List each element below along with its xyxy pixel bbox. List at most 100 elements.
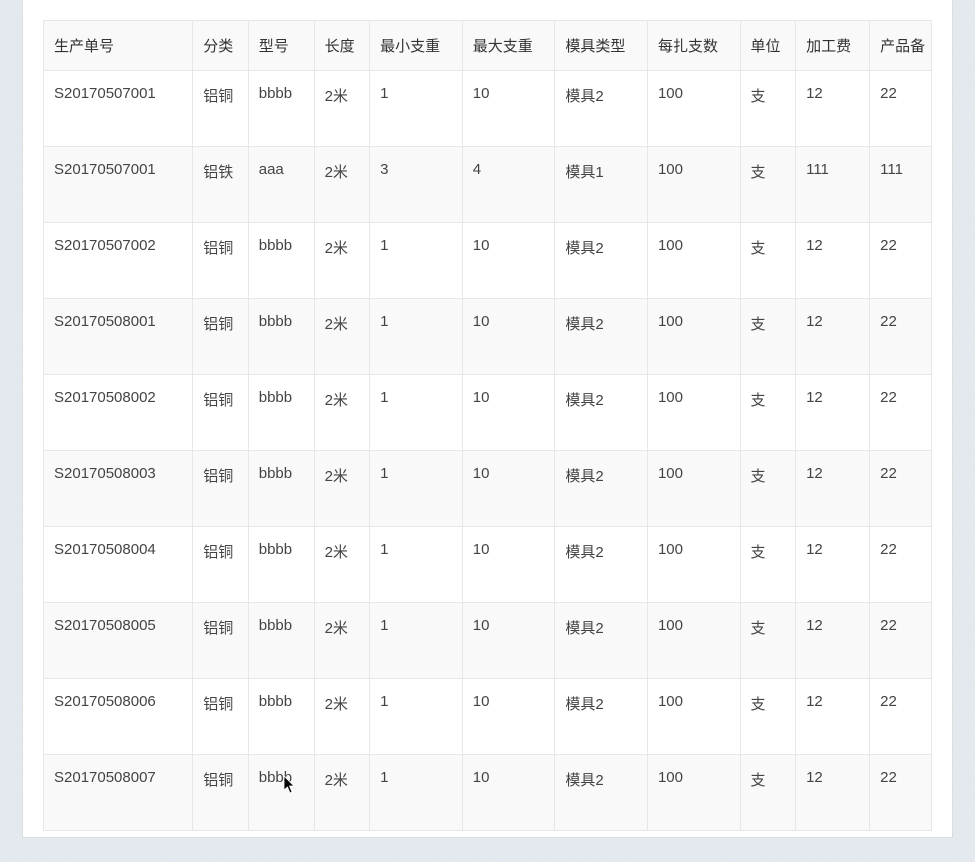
table-cell: 铝铜 — [193, 603, 249, 679]
table-cell: bbbb — [248, 679, 314, 755]
col-mold-type[interactable]: 模具类型 — [555, 21, 648, 71]
table-cell: 12 — [796, 299, 870, 375]
col-production-id[interactable]: 生产单号 — [44, 21, 193, 71]
table-row[interactable]: S20170507001铝铁aaa2米34模具1100支111111 — [44, 147, 932, 223]
table-scroll-container[interactable]: 生产单号 分类 型号 长度 最小支重 最大支重 模具类型 每扎支数 单位 加工费… — [43, 20, 932, 831]
table-cell: S20170508004 — [44, 527, 193, 603]
table-cell: bbbb — [248, 223, 314, 299]
table-cell: 支 — [740, 147, 796, 223]
table-cell: S20170508002 — [44, 375, 193, 451]
table-cell: bbbb — [248, 71, 314, 147]
col-min-weight[interactable]: 最小支重 — [370, 21, 463, 71]
table-cell: bbbb — [248, 451, 314, 527]
table-cell: 2米 — [314, 71, 370, 147]
table-cell: S20170508003 — [44, 451, 193, 527]
table-row[interactable]: S20170508007铝铜bbbb2米110模具2100支1222 — [44, 755, 932, 831]
table-cell: bbbb — [248, 603, 314, 679]
table-cell: 模具2 — [555, 679, 648, 755]
table-cell: 模具2 — [555, 603, 648, 679]
table-cell: 10 — [462, 299, 555, 375]
table-cell: 支 — [740, 679, 796, 755]
table-cell: 12 — [796, 603, 870, 679]
table-cell: 支 — [740, 755, 796, 831]
col-category[interactable]: 分类 — [193, 21, 249, 71]
table-cell: 100 — [647, 71, 740, 147]
table-cell: 22 — [870, 299, 932, 375]
table-row[interactable]: S20170508006铝铜bbbb2米110模具2100支1222 — [44, 679, 932, 755]
col-length[interactable]: 长度 — [314, 21, 370, 71]
table-cell: 12 — [796, 451, 870, 527]
table-cell: 10 — [462, 375, 555, 451]
table-cell: 10 — [462, 451, 555, 527]
table-cell: 10 — [462, 223, 555, 299]
table-cell: 铝铜 — [193, 679, 249, 755]
col-product-note[interactable]: 产品备 — [870, 21, 932, 71]
table-cell: 1 — [370, 71, 463, 147]
table-row[interactable]: S20170508003铝铜bbbb2米110模具2100支1222 — [44, 451, 932, 527]
table-cell: 111 — [796, 147, 870, 223]
table-cell: 100 — [647, 451, 740, 527]
table-cell: 12 — [796, 375, 870, 451]
table-cell: 3 — [370, 147, 463, 223]
table-cell: 22 — [870, 603, 932, 679]
table-cell: 2米 — [314, 527, 370, 603]
table-row[interactable]: S20170507002铝铜bbbb2米110模具2100支1222 — [44, 223, 932, 299]
table-cell: 100 — [647, 299, 740, 375]
table-cell: 111 — [870, 147, 932, 223]
table-cell: S20170508006 — [44, 679, 193, 755]
table-row[interactable]: S20170508004铝铜bbbb2米110模具2100支1222 — [44, 527, 932, 603]
table-cell: S20170507001 — [44, 71, 193, 147]
table-cell: 铝铜 — [193, 375, 249, 451]
table-cell: 模具2 — [555, 223, 648, 299]
table-cell: bbbb — [248, 755, 314, 831]
col-unit[interactable]: 单位 — [740, 21, 796, 71]
table-cell: 支 — [740, 451, 796, 527]
table-cell: 22 — [870, 679, 932, 755]
table-cell: 10 — [462, 603, 555, 679]
table-cell: 12 — [796, 71, 870, 147]
table-cell: 1 — [370, 755, 463, 831]
table-cell: bbbb — [248, 527, 314, 603]
table-cell: 1 — [370, 223, 463, 299]
table-cell: 模具2 — [555, 71, 648, 147]
table-row[interactable]: S20170508001铝铜bbbb2米110模具2100支1222 — [44, 299, 932, 375]
table-cell: 22 — [870, 527, 932, 603]
table-cell: 100 — [647, 603, 740, 679]
col-max-weight[interactable]: 最大支重 — [462, 21, 555, 71]
table-cell: 22 — [870, 71, 932, 147]
table-cell: aaa — [248, 147, 314, 223]
table-cell: 100 — [647, 527, 740, 603]
table-cell: 模具2 — [555, 375, 648, 451]
table-cell: 22 — [870, 375, 932, 451]
table-cell: 2米 — [314, 375, 370, 451]
table-cell: 1 — [370, 527, 463, 603]
table-cell: 12 — [796, 223, 870, 299]
table-row[interactable]: S20170507001铝铜bbbb2米110模具2100支1222 — [44, 71, 932, 147]
table-cell: 12 — [796, 755, 870, 831]
table-cell: bbbb — [248, 375, 314, 451]
table-row[interactable]: S20170508005铝铜bbbb2米110模具2100支1222 — [44, 603, 932, 679]
table-cell: 2米 — [314, 147, 370, 223]
production-table: 生产单号 分类 型号 长度 最小支重 最大支重 模具类型 每扎支数 单位 加工费… — [43, 20, 932, 831]
table-cell: 支 — [740, 299, 796, 375]
table-cell: 1 — [370, 679, 463, 755]
table-cell: 铝铜 — [193, 755, 249, 831]
table-cell: 10 — [462, 755, 555, 831]
table-cell: 10 — [462, 527, 555, 603]
table-cell: 100 — [647, 147, 740, 223]
table-cell: 铝铁 — [193, 147, 249, 223]
table-header-row: 生产单号 分类 型号 长度 最小支重 最大支重 模具类型 每扎支数 单位 加工费… — [44, 21, 932, 71]
col-model[interactable]: 型号 — [248, 21, 314, 71]
table-cell: 1 — [370, 299, 463, 375]
col-process-fee[interactable]: 加工费 — [796, 21, 870, 71]
table-cell: 1 — [370, 603, 463, 679]
col-bundle-count[interactable]: 每扎支数 — [647, 21, 740, 71]
table-cell: 2米 — [314, 451, 370, 527]
table-cell: 12 — [796, 679, 870, 755]
table-cell: 支 — [740, 223, 796, 299]
table-cell: 2米 — [314, 299, 370, 375]
table-cell: 模具2 — [555, 755, 648, 831]
table-row[interactable]: S20170508002铝铜bbbb2米110模具2100支1222 — [44, 375, 932, 451]
table-cell: 22 — [870, 451, 932, 527]
table-cell: 模具2 — [555, 527, 648, 603]
